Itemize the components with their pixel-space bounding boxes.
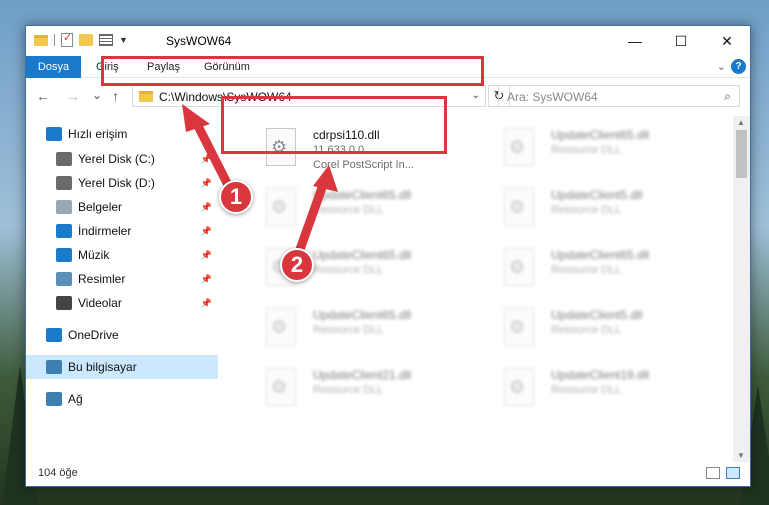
- arrow-2-shaft: [293, 183, 328, 257]
- arrow-2-head: [313, 165, 338, 192]
- arrow-1-shaft: [190, 117, 233, 188]
- step-marker-2: 2: [280, 248, 314, 282]
- annotation-arrows: [182, 104, 338, 257]
- arrow-1-head: [182, 104, 210, 132]
- step-marker-1: 1: [219, 180, 253, 214]
